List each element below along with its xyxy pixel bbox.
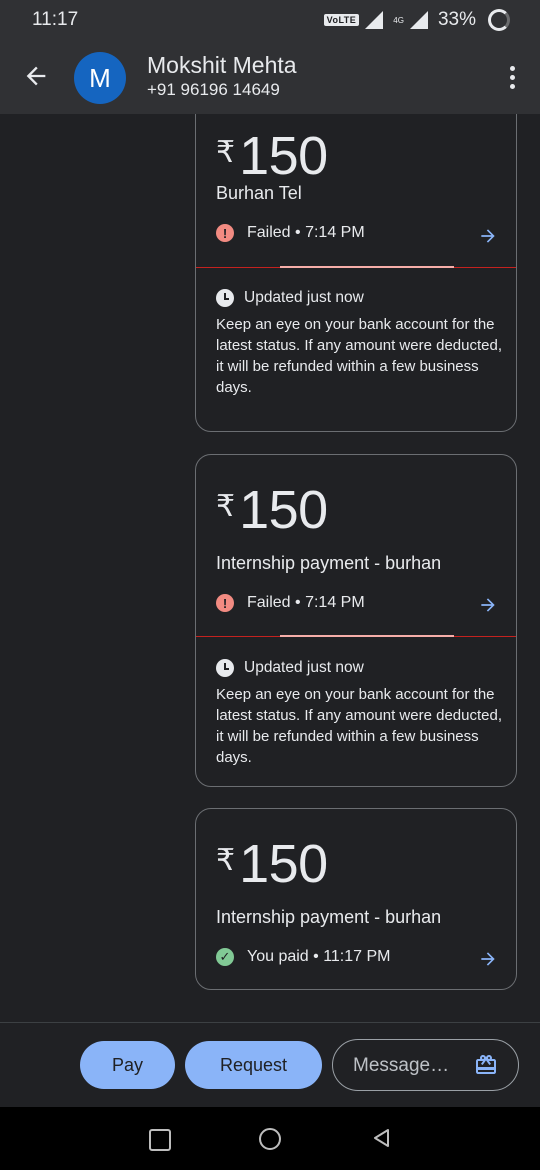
conversation-header: M Mokshit Mehta +91 96196 14649 [0,40,540,114]
avatar[interactable]: M [74,52,126,104]
transaction-status: ! Failed • 7:14 PM [216,224,365,242]
message-input[interactable]: Message… [332,1039,519,1091]
network-type: 4G [393,15,404,25]
check-circle-icon: ✓ [216,948,234,966]
arrow-right-icon[interactable] [478,949,498,969]
back-arrow-icon[interactable] [22,62,50,90]
pay-button[interactable]: Pay [80,1041,175,1089]
signal-icon [365,11,384,29]
refund-note: Keep an eye on your bank account for the… [216,316,502,396]
battery-icon [488,9,510,31]
more-vert-icon[interactable] [510,66,516,93]
transaction-card[interactable]: ₹ 150 Internship payment - burhan ✓ You … [195,808,517,990]
error-icon: ! [216,594,234,612]
battery-percent: 33% [437,9,476,30]
refund-note: Keep an eye on your bank account for the… [216,686,502,766]
transaction-status: ✓ You paid • 11:17 PM [216,948,390,966]
amount: ₹ 150 [216,125,328,187]
amount-value: 150 [239,834,328,894]
arrow-right-icon[interactable] [478,595,498,615]
status-text: Failed • 7:14 PM [247,224,365,241]
clock-icon [216,289,234,307]
currency-symbol: ₹ [216,490,236,523]
transaction-description: Internship payment - burhan [216,553,442,573]
volte-badge: VoLTE [323,14,360,26]
status-text: You paid • 11:17 PM [247,948,391,965]
nav-recents-icon[interactable] [149,1129,171,1151]
status-time: 11:17 [32,9,79,30]
divider-highlight [280,635,454,637]
amount: ₹ 150 [216,833,328,895]
system-nav-bar [0,1107,540,1170]
transaction-list[interactable]: ₹ 150 Burhan Tel ! Failed • 7:14 PM Upda… [0,114,540,1022]
updated-status: Updated just now [216,289,364,307]
transaction-status: ! Failed • 7:14 PM [216,594,365,612]
amount: ₹ 150 [216,479,328,541]
transaction-card[interactable]: ₹ 150 Internship payment - burhan ! Fail… [195,454,517,787]
updated-status: Updated just now [216,659,364,677]
status-text: Failed • 7:14 PM [247,594,365,611]
arrow-right-icon[interactable] [478,226,498,246]
error-icon: ! [216,224,234,242]
status-bar: 11:17 VoLTE 4G 33% [0,0,540,40]
updated-text: Updated just now [244,289,364,306]
amount-value: 150 [239,126,328,186]
action-bar: Pay Request Message… [0,1022,540,1108]
currency-symbol: ₹ [216,844,236,877]
divider-highlight [280,266,454,268]
contact-phone: +91 96196 14649 [147,80,280,99]
transaction-description: Burhan Tel [216,183,302,203]
clock-icon [216,659,234,677]
transaction-card[interactable]: ₹ 150 Burhan Tel ! Failed • 7:14 PM Upda… [195,114,517,432]
status-indicators: VoLTE 4G 33% [323,8,510,32]
gift-icon[interactable] [474,1053,498,1077]
message-placeholder: Message… [353,1055,450,1076]
currency-symbol: ₹ [216,136,236,169]
transaction-description: Internship payment - burhan [216,907,442,927]
amount-value: 150 [239,480,328,540]
contact-name[interactable]: Mokshit Mehta [147,52,297,79]
nav-home-icon[interactable] [259,1128,281,1150]
signal-icon-2 [409,11,428,29]
request-button[interactable]: Request [185,1041,322,1089]
updated-text: Updated just now [244,659,364,676]
nav-back-icon[interactable] [370,1127,392,1149]
